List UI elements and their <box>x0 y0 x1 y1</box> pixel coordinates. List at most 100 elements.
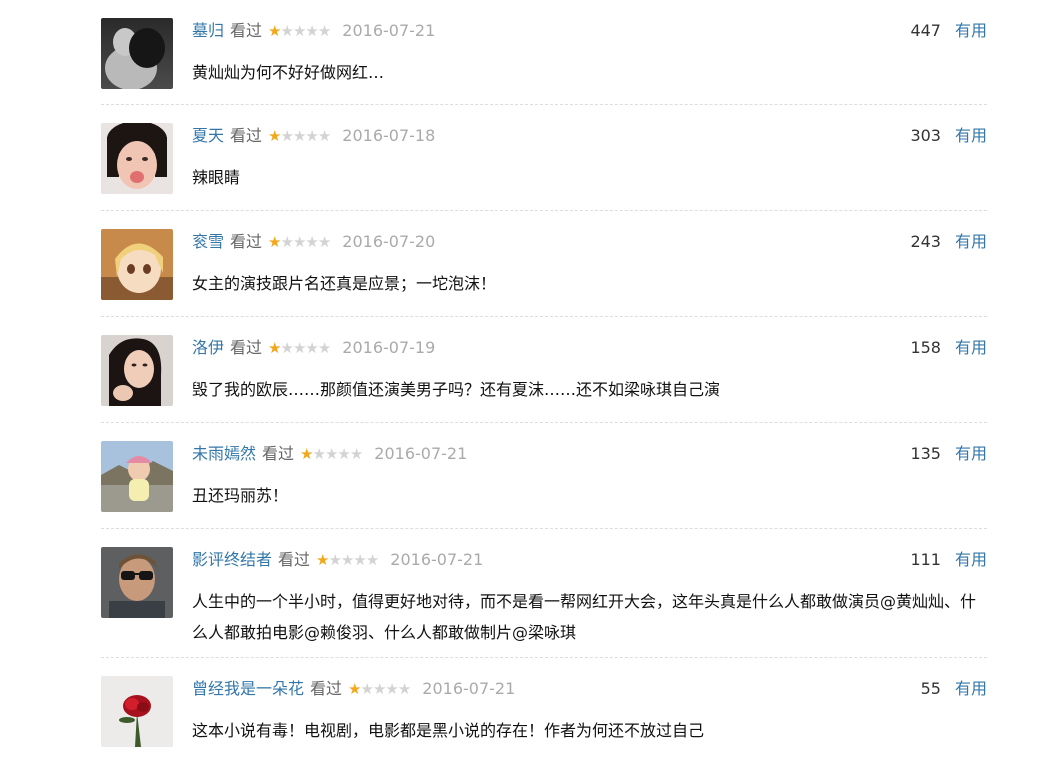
user-avatar-icon[interactable] <box>101 229 173 300</box>
star-rating: ★★★★★ <box>268 125 331 147</box>
star-empty-icon: ★ <box>292 127 306 145</box>
star-filled-icon: ★ <box>268 127 281 145</box>
vote-count: 55 <box>920 679 941 698</box>
vote-area: 135 有用 <box>910 443 987 465</box>
comment-text: 黄灿灿为何不好好做网红… <box>192 63 385 82</box>
star-rating: ★★★★★ <box>300 443 363 465</box>
star-empty-icon: ★ <box>317 233 331 251</box>
comment-text: 女主的演技跟片名还真是应景；一坨泡沫！ <box>192 274 497 293</box>
star-empty-icon: ★ <box>365 551 379 569</box>
star-empty-icon: ★ <box>317 339 331 357</box>
status-label: 看过 <box>310 679 343 698</box>
star-empty-icon: ★ <box>280 233 293 251</box>
star-filled-icon: ★ <box>268 339 281 357</box>
star-empty-icon: ★ <box>305 22 318 40</box>
username-link[interactable]: 洛伊 <box>192 338 224 357</box>
comment-header: 未雨嫣然 看过 ★★★★★ 2016-07-21 <box>192 443 467 465</box>
vote-area: 243 有用 <box>910 231 987 253</box>
useful-button[interactable]: 有用 <box>955 232 987 251</box>
star-empty-icon: ★ <box>317 127 331 145</box>
star-filled-icon: ★ <box>348 680 361 698</box>
star-empty-icon: ★ <box>305 233 318 251</box>
comment-date: 2016-07-19 <box>342 338 436 357</box>
useful-button[interactable]: 有用 <box>955 444 987 463</box>
star-rating: ★★★★★ <box>348 678 411 700</box>
comment-list: 墓归 看过 ★★★★★ 2016-07-21 447 有用 黄灿灿为何不好好做网红… 夏… <box>101 0 987 768</box>
comment-text: 毁了我的欧辰……那颜值还演美男子吗？还有夏沫……还不如梁咏琪自己演 <box>192 380 721 399</box>
useful-button[interactable]: 有用 <box>955 126 987 145</box>
comment-item: 洛伊 看过 ★★★★★ 2016-07-19 158 有用 毁了我的欧辰……那颜值还演美… <box>101 317 987 423</box>
star-empty-icon: ★ <box>397 680 411 698</box>
vote-count: 243 <box>910 232 941 251</box>
star-empty-icon: ★ <box>324 445 338 463</box>
comment-text: 这本小说有毒！电视剧，电影都是黑小说的存在！作者为何还不放过自己 <box>192 721 705 740</box>
user-avatar-icon[interactable] <box>101 18 173 89</box>
username-link[interactable]: 夏天 <box>192 126 224 145</box>
star-empty-icon: ★ <box>280 127 293 145</box>
vote-count: 111 <box>910 550 941 569</box>
star-empty-icon: ★ <box>280 339 293 357</box>
star-empty-icon: ★ <box>292 233 306 251</box>
vote-count: 135 <box>910 444 941 463</box>
username-link[interactable]: 墓归 <box>192 21 224 40</box>
user-avatar-icon[interactable] <box>101 441 173 512</box>
comment-date: 2016-07-20 <box>342 232 436 251</box>
user-avatar-icon[interactable] <box>101 123 173 194</box>
star-filled-icon: ★ <box>268 22 281 40</box>
comment-date: 2016-07-21 <box>374 444 468 463</box>
comment-item: 墓归 看过 ★★★★★ 2016-07-21 447 有用 黄灿灿为何不好好做网红… <box>101 0 987 105</box>
status-label: 看过 <box>230 338 263 357</box>
vote-area: 447 有用 <box>910 20 987 42</box>
comment-date: 2016-07-21 <box>342 21 436 40</box>
username-link[interactable]: 曾经我是一朵花 <box>192 679 304 698</box>
star-empty-icon: ★ <box>305 339 318 357</box>
user-avatar-icon[interactable] <box>101 335 173 406</box>
star-filled-icon: ★ <box>300 445 313 463</box>
comment-item: 未雨嫣然 看过 ★★★★★ 2016-07-21 135 有用 丑还玛丽苏！ <box>101 423 987 529</box>
star-empty-icon: ★ <box>340 551 354 569</box>
user-avatar-icon[interactable] <box>101 547 173 618</box>
comment-text: 辣眼睛 <box>192 168 241 187</box>
username-link[interactable]: 未雨嫣然 <box>192 444 256 463</box>
comment-item: 衮雪 看过 ★★★★★ 2016-07-20 243 有用 女主的演技跟片名还真是应景；… <box>101 211 987 317</box>
comment-date: 2016-07-21 <box>390 550 484 569</box>
star-rating: ★★★★★ <box>268 231 331 253</box>
comment-item: 曾经我是一朵花 看过 ★★★★★ 2016-07-21 55 有用 这本小说有毒！电视剧… <box>101 658 987 768</box>
useful-button[interactable]: 有用 <box>955 550 987 569</box>
status-label: 看过 <box>230 21 263 40</box>
comment-date: 2016-07-18 <box>342 126 436 145</box>
vote-area: 55 有用 <box>921 678 987 700</box>
star-filled-icon: ★ <box>316 551 329 569</box>
star-rating: ★★★★★ <box>316 549 379 571</box>
status-label: 看过 <box>230 126 263 145</box>
star-rating: ★★★★★ <box>268 337 331 359</box>
useful-button[interactable]: 有用 <box>955 338 987 357</box>
star-rating: ★★★★★ <box>268 20 331 42</box>
star-empty-icon: ★ <box>372 680 386 698</box>
star-empty-icon: ★ <box>312 445 325 463</box>
user-avatar-icon[interactable] <box>101 676 173 747</box>
comment-text: 丑还玛丽苏！ <box>192 486 289 505</box>
useful-button[interactable]: 有用 <box>955 21 987 40</box>
username-link[interactable]: 影评终结者 <box>192 550 272 569</box>
comment-item: 夏天 看过 ★★★★★ 2016-07-18 303 有用 辣眼睛 <box>101 105 987 211</box>
comment-header: 衮雪 看过 ★★★★★ 2016-07-20 <box>192 231 435 253</box>
star-empty-icon: ★ <box>292 339 306 357</box>
vote-area: 111 有用 <box>910 549 987 571</box>
useful-button[interactable]: 有用 <box>955 679 987 698</box>
star-empty-icon: ★ <box>349 445 363 463</box>
comment-header: 影评终结者 看过 ★★★★★ 2016-07-21 <box>192 549 483 571</box>
star-filled-icon: ★ <box>268 233 281 251</box>
vote-count: 447 <box>910 21 941 40</box>
star-empty-icon: ★ <box>292 22 306 40</box>
comment-header: 洛伊 看过 ★★★★★ 2016-07-19 <box>192 337 435 359</box>
star-empty-icon: ★ <box>328 551 341 569</box>
status-label: 看过 <box>230 232 263 251</box>
username-link[interactable]: 衮雪 <box>192 232 224 251</box>
status-label: 看过 <box>262 444 295 463</box>
star-empty-icon: ★ <box>385 680 398 698</box>
vote-count: 158 <box>910 338 941 357</box>
comment-header: 曾经我是一朵花 看过 ★★★★★ 2016-07-21 <box>192 678 515 700</box>
vote-count: 303 <box>910 126 941 145</box>
comment-header: 夏天 看过 ★★★★★ 2016-07-18 <box>192 125 435 147</box>
